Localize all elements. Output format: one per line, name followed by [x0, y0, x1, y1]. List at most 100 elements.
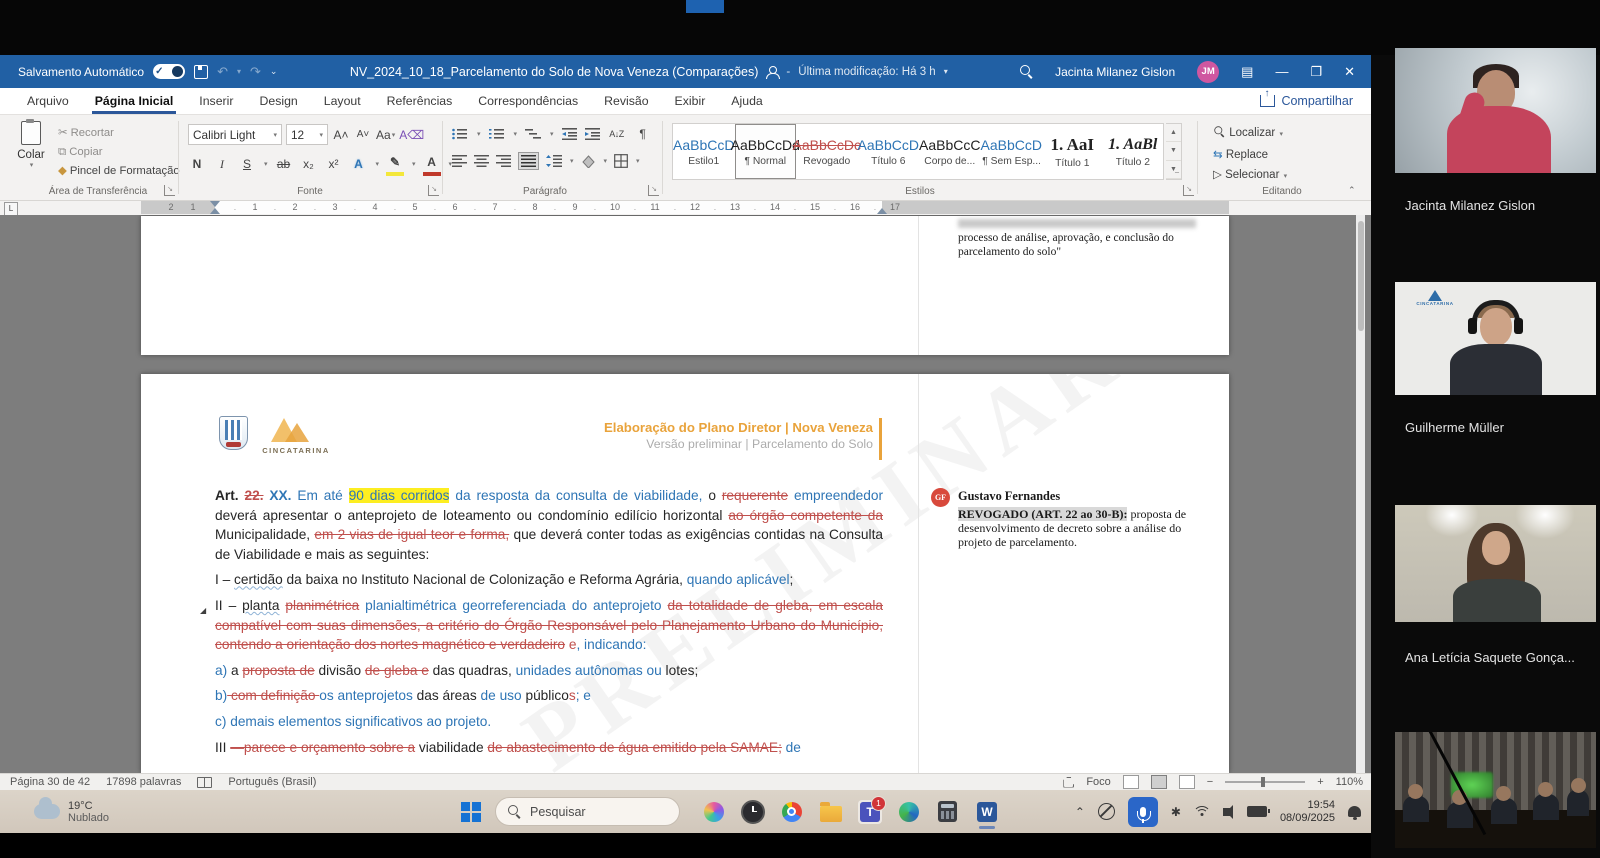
font-color-button[interactable]: A: [423, 152, 441, 176]
italic-button[interactable]: I: [213, 154, 231, 174]
word-icon[interactable]: W: [975, 800, 999, 824]
underline-button[interactable]: S: [238, 154, 256, 174]
multilevel-list-button[interactable]: [525, 128, 541, 140]
line-spacing-button[interactable]: [546, 155, 562, 167]
paragraph-4[interactable]: a) a proposta de divisão de gleba e das …: [215, 661, 883, 681]
zoom-in-button[interactable]: +: [1317, 776, 1323, 788]
align-center-button[interactable]: [474, 155, 489, 167]
comment-card[interactable]: GF Gustavo Fernandes REVOGADO (ART. 22 a…: [931, 488, 1211, 549]
tab-referências[interactable]: Referências: [374, 88, 466, 114]
notifications-bell-icon[interactable]: [1348, 806, 1361, 817]
clock-app-icon[interactable]: [741, 800, 765, 824]
participant-video-4[interactable]: [1395, 732, 1596, 848]
taskbar-search-box[interactable]: Pesquisar: [495, 797, 680, 826]
style--normal[interactable]: AaBbCcDd¶ Normal: [735, 124, 797, 179]
tab-revisão[interactable]: Revisão: [591, 88, 661, 114]
tab-correspondências[interactable]: Correspondências: [465, 88, 591, 114]
collapse-ribbon-icon[interactable]: ⌃: [1348, 185, 1356, 196]
qat-customize-icon[interactable]: ⌄: [270, 66, 278, 77]
undo-icon[interactable]: ↶: [217, 64, 228, 80]
paragraph-6[interactable]: c) demais elementos significativos ao pr…: [215, 712, 883, 732]
bullet-list-button[interactable]: [452, 128, 468, 140]
right-indent-marker[interactable]: [877, 208, 887, 214]
paragraph-3[interactable]: ◢II – planta planimétrica planialtimétri…: [215, 596, 883, 655]
document-canvas[interactable]: processo de análise, aprovação, e conclu…: [0, 215, 1371, 773]
word-count[interactable]: 17898 palavras: [106, 776, 181, 788]
account-avatar[interactable]: JM: [1197, 61, 1219, 83]
font-family-select[interactable]: Calibri Light▾: [188, 124, 282, 145]
tab-design[interactable]: Design: [246, 88, 310, 114]
shading-button[interactable]: [581, 155, 596, 168]
tab-layout[interactable]: Layout: [311, 88, 374, 114]
paste-button[interactable]: Colar ▾: [10, 121, 52, 169]
hidden-icons-chevron[interactable]: ⌃: [1075, 805, 1085, 819]
share-button[interactable]: Compartilhar: [1242, 88, 1371, 114]
web-layout-icon[interactable]: [1179, 775, 1195, 789]
paragraph-7[interactable]: III —parece e orçamento sobre a viabilid…: [215, 738, 883, 758]
autosave-toggle[interactable]: ✓: [153, 64, 185, 79]
format-painter-button[interactable]: ◆ Pincel de Formatação: [58, 162, 180, 181]
wifi-icon[interactable]: [1194, 806, 1210, 817]
highlight-color-button[interactable]: ✎: [386, 152, 404, 176]
copilot-icon[interactable]: [702, 800, 726, 824]
tab-ajuda[interactable]: Ajuda: [718, 88, 775, 114]
copy-button[interactable]: ⧉ Copiar: [58, 143, 180, 162]
font-size-select[interactable]: 12▾: [286, 124, 328, 145]
cut-button[interactable]: ✂ Recortar: [58, 124, 180, 143]
tab-página-inicial[interactable]: Página Inicial: [82, 88, 187, 114]
volume-icon[interactable]: [1223, 808, 1230, 816]
paragraph-dialog-launcher[interactable]: ↘: [648, 185, 659, 196]
print-layout-icon[interactable]: [1151, 775, 1167, 789]
focus-label[interactable]: Foco: [1086, 776, 1110, 788]
redo-icon[interactable]: ↷: [250, 64, 261, 80]
clear-formatting-button[interactable]: A⌫: [399, 125, 424, 145]
collapse-marker-icon[interactable]: ◢: [200, 601, 206, 621]
styles-dialog-launcher[interactable]: ↘: [1183, 185, 1194, 196]
zoom-level[interactable]: 110%: [1336, 776, 1363, 788]
document-page-previous[interactable]: processo de análise, aprovação, e conclu…: [141, 216, 1229, 355]
teams-icon[interactable]: T1: [858, 800, 882, 824]
text-effects-button[interactable]: A: [350, 154, 368, 174]
style-título-6[interactable]: AaBbCcDTítulo 6: [858, 124, 920, 179]
borders-button[interactable]: [614, 154, 628, 168]
microphone-button[interactable]: [1128, 797, 1158, 827]
zoom-slider[interactable]: [1225, 781, 1305, 783]
align-left-button[interactable]: [452, 155, 467, 167]
bold-button[interactable]: N: [188, 154, 206, 174]
start-button[interactable]: [461, 802, 481, 822]
grow-font-button[interactable]: A˄: [332, 125, 350, 145]
participant-video-3[interactable]: [1395, 505, 1596, 622]
battery-icon[interactable]: [1247, 806, 1267, 817]
style-estilo1[interactable]: AaBbCcDEstilo1: [673, 124, 735, 179]
language-indicator[interactable]: Português (Brasil): [228, 776, 316, 788]
taskbar-weather-widget[interactable]: 19°CNublado: [0, 800, 109, 824]
style-revogado[interactable]: AaBbCcDcRevogado: [796, 124, 858, 179]
superscript-button[interactable]: x²: [325, 154, 343, 174]
zoom-out-button[interactable]: −: [1207, 776, 1213, 788]
select-button[interactable]: ▷ Selecionar ▾: [1213, 165, 1287, 187]
scrollbar-thumb[interactable]: [1358, 221, 1364, 331]
paragraph-2[interactable]: I – certidão da baixa no Instituto Nacio…: [215, 570, 883, 590]
tab-inserir[interactable]: Inserir: [186, 88, 246, 114]
replace-button[interactable]: ⇆ Replace: [1213, 145, 1287, 165]
participant-video-1[interactable]: [1395, 48, 1596, 173]
numbered-list-button[interactable]: [489, 128, 505, 140]
tray-settings-icon[interactable]: ✱: [1171, 805, 1181, 819]
style-título-2[interactable]: 1. AaBlTítulo 2: [1103, 124, 1164, 179]
font-dialog-launcher[interactable]: ↘: [428, 185, 439, 196]
document-scrollbar[interactable]: [1356, 215, 1365, 773]
save-icon[interactable]: [194, 65, 208, 79]
styles-scroll-up-icon[interactable]: ▲: [1166, 124, 1181, 142]
document-paragraphs[interactable]: Art. 22. XX. Em até 90 dias corridos da …: [215, 486, 883, 763]
decrease-indent-button[interactable]: [562, 128, 577, 140]
minimize-button[interactable]: —: [1275, 64, 1288, 79]
page-indicator[interactable]: Página 30 de 42: [10, 776, 90, 788]
comment-partial[interactable]: processo de análise, aprovação, e conclu…: [958, 219, 1216, 259]
increase-indent-button[interactable]: [585, 128, 600, 140]
align-right-button[interactable]: [496, 155, 511, 167]
tab-stop-selector[interactable]: L: [4, 202, 18, 216]
search-icon[interactable]: [1020, 65, 1033, 78]
find-button[interactable]: Localizar ▾: [1213, 123, 1287, 145]
ribbon-display-options-icon[interactable]: ▤: [1241, 64, 1253, 80]
undo-caret-icon[interactable]: ▾: [237, 67, 241, 76]
